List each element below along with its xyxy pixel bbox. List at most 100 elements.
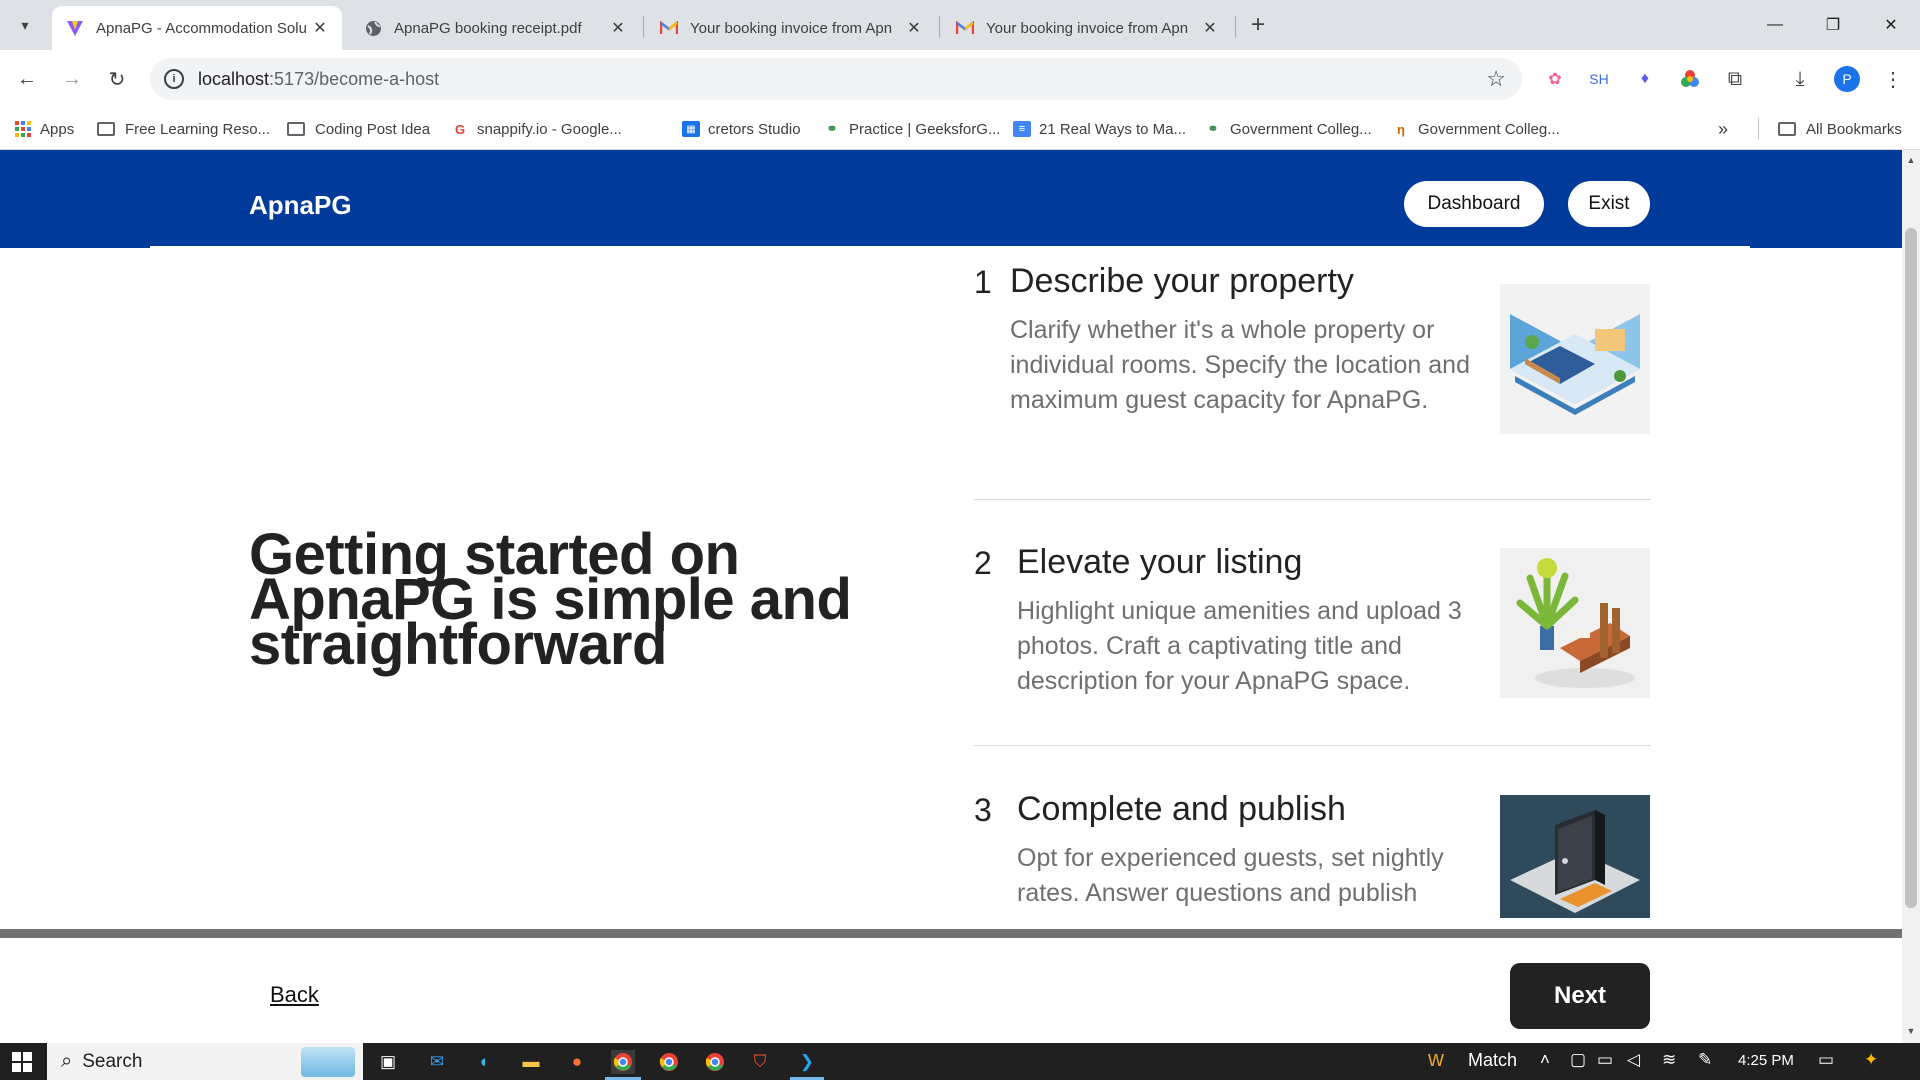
google-icon: G <box>454 121 466 137</box>
bookmark-apps[interactable]: Apps <box>14 117 74 141</box>
bookmark-star-icon[interactable]: ☆ <box>1486 66 1506 92</box>
plant-bench-illustration <box>1500 548 1650 698</box>
more-bookmarks-icon[interactable]: » <box>1718 117 1728 141</box>
door-illustration <box>1500 795 1650 918</box>
bookmark-label: Government Colleg... <box>1230 120 1372 138</box>
back-button[interactable]: Back <box>270 982 319 1008</box>
step-title: Complete and publish <box>1017 790 1346 828</box>
folder-icon <box>97 122 115 136</box>
bookmark-gov-college-1[interactable]: ⚭ Government Colleg... <box>1204 117 1372 141</box>
bookmark-geeksforgeeks[interactable]: ⚭ Practice | GeeksforG... <box>823 117 1001 141</box>
next-button[interactable]: Next <box>1510 963 1650 1029</box>
bookmark-label: Government Colleg... <box>1418 120 1560 138</box>
bookmark-coding-post[interactable]: Coding Post Idea <box>287 117 430 141</box>
minimize-icon[interactable]: — <box>1746 0 1804 50</box>
new-tab-icon[interactable]: + <box>1244 12 1272 40</box>
back-arrow-icon[interactable]: ← <box>12 64 42 94</box>
step-number: 1 <box>974 264 992 300</box>
folder-icon <box>1778 122 1796 136</box>
bookmark-cretors[interactable]: ▦ cretors Studio <box>682 117 801 141</box>
windows-start-icon[interactable] <box>10 1050 34 1074</box>
tab-separator <box>939 16 940 38</box>
battery-icon[interactable]: ▭ <box>1597 1050 1613 1070</box>
tab-apnapg[interactable]: ApnaPG - Accommodation Solu ✕ <box>52 6 342 50</box>
close-icon[interactable]: ✕ <box>608 18 628 38</box>
reload-icon[interactable]: ↻ <box>102 64 132 94</box>
bookmark-21-ways[interactable]: ≡ 21 Real Ways to Ma... <box>1013 117 1186 141</box>
scroll-up-icon[interactable]: ▲ <box>1905 155 1917 167</box>
address-bar[interactable]: i localhost:5173/become-a-host ☆ <box>150 58 1522 100</box>
url-text[interactable]: localhost:5173/become-a-host <box>198 69 439 90</box>
tab-receipt[interactable]: ApnaPG booking receipt.pdf ✕ <box>350 6 640 50</box>
extension-sh-icon[interactable]: SH <box>1586 66 1612 92</box>
weather-icon[interactable]: ᴡ <box>1428 1046 1444 1072</box>
vite-icon <box>66 19 84 37</box>
step-number: 2 <box>974 545 992 581</box>
bookmark-free-learning[interactable]: Free Learning Reso... <box>97 117 270 141</box>
taskbar-search[interactable]: ⌕ Search <box>47 1043 363 1080</box>
clock-time[interactable]: 4:25 PM <box>1738 1052 1794 1069</box>
tab-invoice-1[interactable]: Your booking invoice from Apn ✕ <box>646 6 936 50</box>
tn-icon: ƞ <box>1397 121 1405 137</box>
step-divider <box>974 745 1651 746</box>
notifications-icon[interactable]: ▭ <box>1818 1050 1834 1070</box>
wifi-icon[interactable]: ≋ <box>1662 1050 1676 1070</box>
folder-icon <box>287 122 305 136</box>
weather-label[interactable]: Match <box>1468 1050 1517 1071</box>
chrome-profile-icon[interactable] <box>657 1050 681 1074</box>
file-explorer-icon[interactable]: ▬ <box>519 1050 543 1074</box>
close-icon[interactable]: ✕ <box>1200 18 1220 38</box>
dashboard-button[interactable]: Dashboard <box>1404 181 1544 227</box>
progress-bar <box>0 929 1902 938</box>
vscode-icon[interactable]: ❯ <box>795 1050 819 1074</box>
close-icon[interactable]: ✕ <box>310 18 330 38</box>
chrome-icon[interactable] <box>611 1050 635 1074</box>
all-bookmarks[interactable]: All Bookmarks <box>1778 117 1902 141</box>
extensions-puzzle-icon[interactable]: ⧉ <box>1722 66 1748 92</box>
bookmark-label: Coding Post Idea <box>315 120 431 138</box>
extension-flower-icon[interactable]: ✿ <box>1542 66 1568 92</box>
bookmark-separator <box>1758 118 1759 140</box>
volume-icon[interactable]: ◁ <box>1627 1050 1640 1070</box>
gmail-icon <box>660 19 678 37</box>
restore-icon[interactable]: ❐ <box>1804 0 1862 50</box>
bookmark-snappify[interactable]: Gsnappify.io - Google... <box>451 117 622 141</box>
search-icon: ⌕ <box>61 1050 73 1072</box>
bookmark-label: cretors Studio <box>708 120 801 138</box>
download-icon[interactable]: ⤓ <box>1787 66 1813 92</box>
site-info-icon[interactable]: i <box>164 69 184 89</box>
window-close-icon[interactable]: ✕ <box>1862 0 1920 50</box>
menu-kebab-icon[interactable]: ⋮ <box>1880 66 1906 92</box>
chrome-beta-icon[interactable] <box>703 1050 727 1074</box>
bookmark-label: Apps <box>40 120 75 138</box>
copilot-icon[interactable]: ✦ <box>1864 1050 1878 1070</box>
page-title: Getting started on ApnaPG is simple and … <box>249 522 852 677</box>
edge-icon[interactable]: ◐ <box>473 1050 497 1074</box>
scroll-down-icon[interactable]: ▼ <box>1905 1026 1917 1038</box>
scrollbar-thumb[interactable] <box>1905 228 1917 908</box>
profile-avatar[interactable]: P <box>1834 66 1860 92</box>
gfg-icon: ⚭ <box>1207 121 1219 136</box>
meet-icon[interactable]: ▢ <box>1570 1050 1586 1070</box>
tab-title: ApnaPG - Accommodation Solu <box>96 19 307 37</box>
forward-arrow-icon[interactable]: → <box>57 64 87 94</box>
bookmark-label: snappify.io - Google... <box>477 120 622 138</box>
close-icon[interactable]: ✕ <box>904 18 924 38</box>
bookmark-gov-college-2[interactable]: ƞ Government Colleg... <box>1392 117 1560 141</box>
tab-invoice-2[interactable]: Your booking invoice from Apn ✕ <box>942 6 1232 50</box>
firefox-icon[interactable]: ● <box>565 1050 589 1074</box>
tab-separator <box>643 16 644 38</box>
site-logo[interactable]: ApnaPG <box>249 190 352 221</box>
chevron-up-icon[interactable]: ˄ <box>1540 1050 1550 1070</box>
pen-icon[interactable]: ✎ <box>1698 1050 1712 1070</box>
header-divider <box>150 246 1750 248</box>
mail-icon[interactable]: ✉ <box>425 1050 449 1074</box>
tab-search-icon[interactable]: ▾ <box>10 10 40 40</box>
task-view-icon[interactable]: ▣ <box>376 1050 400 1074</box>
brave-icon[interactable]: ⛉ <box>748 1050 772 1074</box>
step-divider <box>974 499 1651 500</box>
exit-button[interactable]: Exist <box>1568 181 1650 227</box>
globe-icon <box>364 19 382 37</box>
extension-color-icon[interactable] <box>1677 66 1703 92</box>
extension-flame-icon[interactable]: ♦ <box>1632 66 1658 92</box>
